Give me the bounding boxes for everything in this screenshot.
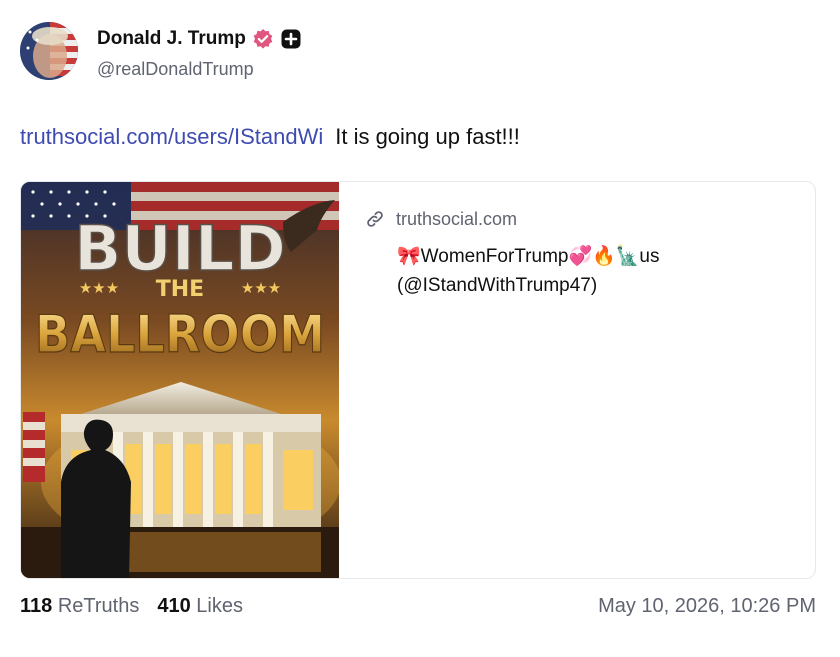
plus-badge-icon [280,28,302,50]
retruths-stat[interactable]: 118 ReTruths [20,595,139,618]
post-link[interactable]: truthsocial.com/users/IStandWi [20,124,323,149]
svg-text:★★★: ★★★ [79,279,119,297]
avatar-image [20,22,78,80]
retruths-count: 118 [20,595,53,617]
image-text-ballroom: BALLROOM [35,305,325,365]
image-text-build: BUILD [74,212,286,285]
svg-text:★★★: ★★★ [241,279,281,297]
retruths-label: ReTruths [57,595,140,617]
likes-label: Likes [196,595,243,617]
post-timestamp[interactable]: May 10, 2026, 10:26 PM [598,595,816,618]
image-text-the: THE [156,277,204,302]
link-icon [364,208,386,230]
link-preview-card[interactable]: BUILD ★★★ ★★★ THE BALLROOM truthsocial.c… [20,181,816,579]
card-title-line-1: 🎀WomenForTrump💞🔥🗽us [397,246,660,267]
author-name-row: Donald J. Trump [97,26,302,52]
card-image[interactable]: BUILD ★★★ ★★★ THE BALLROOM [21,182,339,578]
likes-count: 410 [157,595,191,617]
post: Donald J. Trump @realDonaldTrump truthso… [0,0,840,657]
card-domain: truthsocial.com [396,208,518,229]
post-stats: 118 ReTruths 410 Likes [20,595,243,618]
author-handle[interactable]: @realDonaldTrump [97,59,254,80]
post-text: truthsocial.com/users/IStandWi It is goin… [20,124,520,150]
verified-badge-icon [252,28,274,50]
post-body: It is going up fast!!! [335,124,520,149]
card-domain-row: truthsocial.com [364,208,517,230]
author-name[interactable]: Donald J. Trump [97,28,246,50]
card-title[interactable]: 🎀WomenForTrump💞🔥🗽us (@IStandWithTrump47) [397,242,797,300]
card-title-line-2: (@IStandWithTrump47) [397,275,598,296]
likes-stat[interactable]: 410 Likes [157,595,243,618]
avatar[interactable] [20,22,78,80]
